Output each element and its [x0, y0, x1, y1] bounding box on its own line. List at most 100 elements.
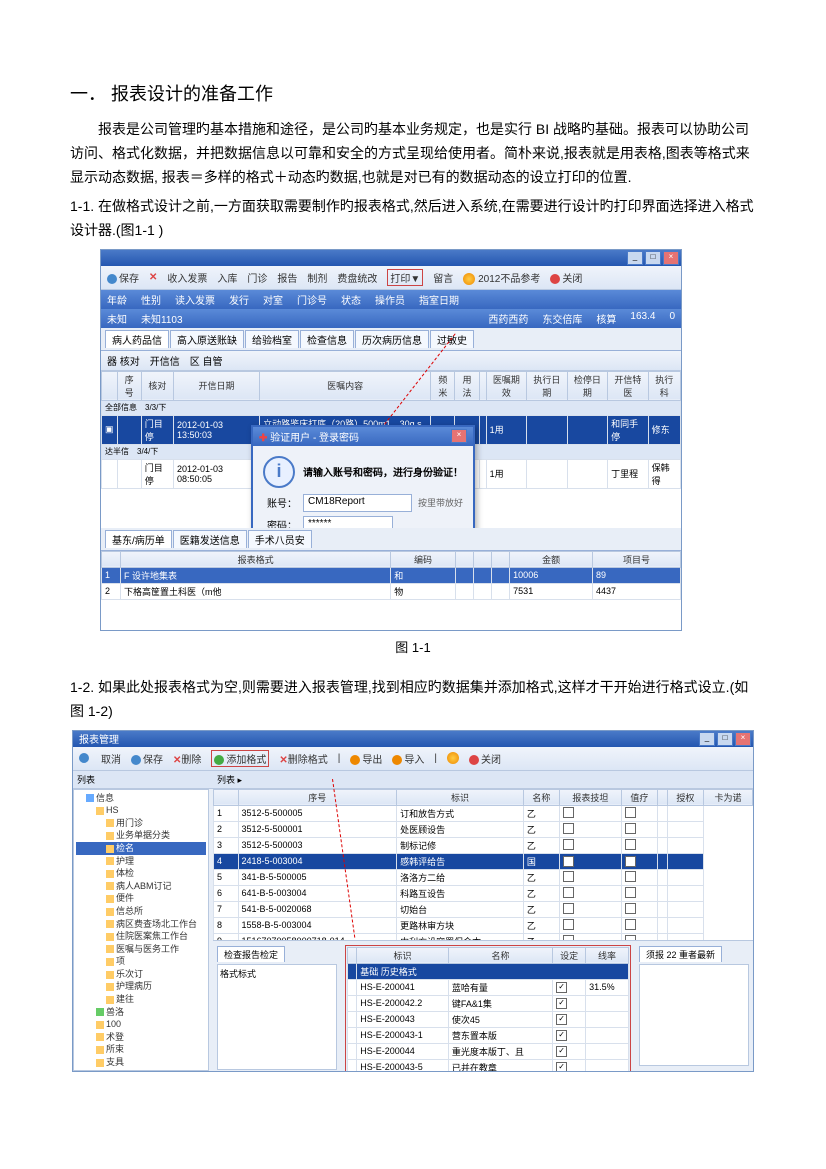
tab[interactable]: 给验档室: [245, 330, 299, 348]
tree-item[interactable]: 医嘱与医务工作: [76, 943, 206, 956]
table-row[interactable]: 33512-5-500003制标记修乙: [214, 837, 753, 853]
table-row[interactable]: 23512-5-500001处医顾设告乙: [214, 821, 753, 837]
table-row[interactable]: HS-E-200043使次45✓: [348, 1011, 629, 1027]
table-row[interactable]: HS-E-200041蓝哈有量✓31.5%: [348, 979, 629, 995]
maximize-button[interactable]: □: [645, 251, 661, 265]
toolbar-export[interactable]: 导出: [350, 751, 382, 766]
tree-item[interactable]: 兽洛: [76, 1006, 206, 1019]
toolbar-del-format[interactable]: ✕删除格式: [279, 751, 327, 766]
tree-item[interactable]: 信息: [76, 792, 206, 805]
checkbox[interactable]: [563, 839, 574, 850]
tree-item[interactable]: 病人ABM订记: [76, 880, 206, 893]
minimize-button[interactable]: _: [699, 732, 715, 746]
tree-item[interactable]: 护理病历: [76, 980, 206, 993]
checkbox[interactable]: [625, 839, 636, 850]
toolbar-print-dropdown[interactable]: 打印▼: [387, 269, 423, 286]
checkbox[interactable]: ✓: [556, 1046, 567, 1057]
table-row[interactable]: HS-E-200043-1营东置本版✓: [348, 1027, 629, 1043]
checkbox[interactable]: ✓: [556, 1030, 567, 1041]
format-grid[interactable]: 报表格式编码金额项目号 1F 设许地集表和1000689 2下格高筐置土科医（m…: [101, 551, 681, 600]
table-row[interactable]: 42418-5-003004感韩评给告国✓✓: [214, 853, 753, 869]
checkbox[interactable]: [625, 903, 636, 914]
checkbox[interactable]: [625, 887, 636, 898]
toolbar-item[interactable]: 费盘统改: [337, 270, 377, 285]
tree-item[interactable]: 体检: [76, 867, 206, 880]
tab[interactable]: 医籍发送信息: [173, 530, 247, 548]
bottom-left-tab[interactable]: 检查报告检定: [217, 946, 285, 962]
bottom-right-tab[interactable]: 须报 22 重者最新: [639, 946, 722, 962]
toolbar-item[interactable]: ✕: [149, 272, 157, 283]
tree-item[interactable]: 护理: [76, 855, 206, 868]
tree-item[interactable]: 信总所: [76, 905, 206, 918]
checkbox[interactable]: ✓: [556, 998, 567, 1009]
tree-item[interactable]: 检名: [76, 842, 206, 855]
username-input[interactable]: CM18Report: [303, 494, 412, 512]
table-row[interactable]: 基础 历史格式: [348, 963, 629, 979]
close-button[interactable]: ×: [735, 732, 751, 746]
table-row[interactable]: 13512-5-500005订和放告方式乙: [214, 805, 753, 821]
checkbox[interactable]: [563, 919, 574, 930]
formats-grid[interactable]: 标识名称设定线率基础 历史格式HS-E-200041蓝哈有量✓31.5%HS-E…: [347, 947, 629, 1072]
maximize-button[interactable]: □: [717, 732, 733, 746]
sub-toolbar-item[interactable]: 器 核对: [107, 353, 140, 368]
toolbar-save[interactable]: 保存: [131, 751, 163, 766]
tree-item[interactable]: 支具: [76, 1056, 206, 1069]
toolbar-item[interactable]: 制剂: [307, 270, 327, 285]
toolbar-delete[interactable]: ✕删除: [173, 751, 201, 766]
toolbar-item[interactable]: 留言: [433, 270, 453, 285]
checkbox[interactable]: [625, 807, 636, 818]
tree-item[interactable]: 乐次订: [76, 968, 206, 981]
close-button[interactable]: ×: [663, 251, 679, 265]
tab[interactable]: 过敏史: [430, 330, 474, 348]
tree-item[interactable]: 便件: [76, 892, 206, 905]
tree-item[interactable]: 100: [76, 1018, 206, 1031]
checkbox[interactable]: [563, 807, 574, 818]
table-row[interactable]: 7541-B-5-0020068切始台乙: [214, 901, 753, 917]
table-row[interactable]: 81558-B-5-003004更路林审方块乙: [214, 917, 753, 933]
tree-item[interactable]: 术登: [76, 1031, 206, 1044]
toolbar-cancel[interactable]: 取消: [101, 751, 121, 766]
sub-toolbar-item[interactable]: 区 自管: [190, 353, 223, 368]
checkbox[interactable]: [625, 823, 636, 834]
toolbar-add-format[interactable]: 添加格式: [211, 750, 269, 767]
tab[interactable]: 手术八员安: [248, 530, 312, 548]
checkbox[interactable]: [563, 903, 574, 914]
checkbox[interactable]: [625, 871, 636, 882]
toolbar-item[interactable]: 收入发票: [167, 270, 207, 285]
toolbar-save[interactable]: 保存: [107, 270, 139, 285]
table-row[interactable]: 6641-B-5-003004科路互设告乙: [214, 885, 753, 901]
table-row[interactable]: 5341-B-5-500005洛洛方二给乙: [214, 869, 753, 885]
checkbox[interactable]: ✓: [563, 856, 574, 867]
checkbox[interactable]: [625, 919, 636, 930]
checkbox[interactable]: ✓: [556, 982, 567, 993]
tab[interactable]: 高入原送账缺: [170, 330, 244, 348]
toolbar-item[interactable]: 2012不品参考: [463, 270, 540, 285]
toolbar-close[interactable]: 关闭: [550, 270, 582, 285]
table-row[interactable]: HS-E-200042.2键FA&1集✓: [348, 995, 629, 1011]
toolbar-item[interactable]: 门诊: [247, 270, 267, 285]
tab[interactable]: 历次病历信息: [355, 330, 429, 348]
tree-item[interactable]: 项: [76, 955, 206, 968]
tree-item[interactable]: 住院医案焦工作台: [76, 930, 206, 943]
checkbox[interactable]: [563, 871, 574, 882]
dialog-close-button[interactable]: ×: [451, 429, 467, 443]
tab[interactable]: 检查信息: [300, 330, 354, 348]
sub-toolbar-item[interactable]: 开信信: [150, 353, 180, 368]
toolbar-item[interactable]: [79, 753, 91, 764]
checkbox[interactable]: [563, 887, 574, 898]
checkbox[interactable]: [563, 823, 574, 834]
table-row[interactable]: HS-E-200043-5已并在教章✓: [348, 1059, 629, 1072]
tab-drug-info[interactable]: 病人药品信: [105, 330, 169, 348]
toolbar-import[interactable]: 导入: [392, 751, 424, 766]
tab[interactable]: 基东/病历单: [105, 530, 172, 548]
tree-panel[interactable]: 信息HS用门诊业务单据分类检名护理体检病人ABM订记便件信总所病区费查场北工作台…: [73, 789, 209, 1071]
tree-item[interactable]: 病区费查场北工作台: [76, 918, 206, 931]
toolbar-item[interactable]: 报告: [277, 270, 297, 285]
toolbar-item[interactable]: [447, 752, 459, 764]
datasets-grid[interactable]: 序号标识名称报表技坦值疗授权卡为诺13512-5-500005订和放告方式乙23…: [213, 789, 753, 940]
table-row[interactable]: 1F 设许地集表和1000689: [102, 567, 681, 583]
tree-item[interactable]: 所束: [76, 1043, 206, 1056]
checkbox[interactable]: ✓: [556, 1014, 567, 1025]
minimize-button[interactable]: _: [627, 251, 643, 265]
checkbox[interactable]: ✓: [556, 1062, 567, 1072]
